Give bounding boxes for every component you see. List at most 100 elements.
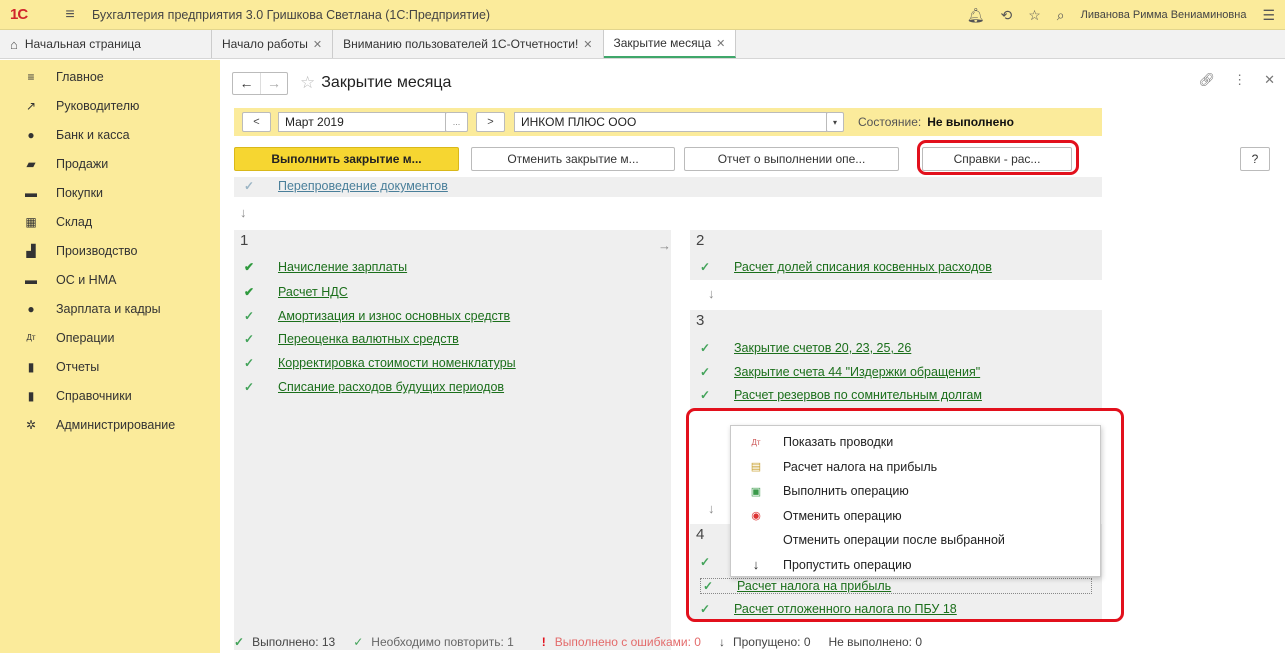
report-icon: ▤ (750, 461, 762, 474)
more-icon[interactable]: ⋮ (1233, 72, 1246, 88)
op-link[interactable]: Перепроведение документов (278, 179, 448, 193)
op-link[interactable]: Переоценка валютных средств (278, 332, 459, 346)
op-link[interactable]: Расчет долей списания косвенных расходов (734, 260, 992, 274)
sidebar-item-label: Продажи (56, 156, 109, 171)
op-link[interactable]: Расчет резервов по сомнительным долгам (734, 388, 982, 402)
favorites-star-icon[interactable]: ☆ (1028, 7, 1041, 24)
cancel-closing-button[interactable]: Отменить закрытие м... (471, 147, 675, 171)
sidebar-item-label: Справочники (56, 388, 132, 403)
run-closing-button[interactable]: Выполнить закрытие м... (234, 147, 459, 171)
sidebar-item-production[interactable]: ▟ Производство (0, 236, 220, 265)
check-icon: ✓ (353, 635, 364, 649)
close-icon[interactable]: ✕ (313, 38, 322, 51)
sidebar-item-admin[interactable]: ✲ Администрирование (0, 410, 220, 439)
help-button[interactable]: ? (1240, 147, 1270, 171)
close-icon[interactable]: ✕ (716, 37, 725, 50)
op-link[interactable]: Списание расходов будущих периодов (278, 380, 504, 394)
favorite-star-icon[interactable]: ☆ (300, 73, 315, 93)
status-skipped: ↓ Пропущено: 0 (719, 635, 811, 649)
tab-attention[interactable]: Вниманию пользователей 1С-Отчетности! ✕ (333, 30, 604, 58)
link-icon[interactable]: 🔗︎ (1199, 72, 1216, 88)
block-number: 3 (696, 311, 705, 329)
menu-item-tax-calc[interactable]: ▤ Расчет налога на прибыль (731, 455, 1100, 480)
next-period-button[interactable]: > (476, 112, 505, 132)
form-header: ← → ☆ Закрытие месяца (232, 70, 451, 96)
user-name[interactable]: Ливанова Римма Вениаминовна (1081, 9, 1247, 21)
truck-icon: ▬ (25, 272, 37, 287)
status-done: ✓ Выполнено: 13 (234, 635, 335, 649)
op-link[interactable]: Амортизация и износ основных средств (278, 309, 510, 323)
period-field[interactable]: Март 2019 (278, 112, 446, 132)
sidebar-item-bank[interactable]: ● Банк и касса (0, 120, 220, 149)
tab-month-closing[interactable]: Закрытие месяца ✕ (603, 30, 737, 58)
menu-item-label: Отменить операцию (783, 508, 902, 523)
sidebar-item-purchases[interactable]: ▬ Покупки (0, 178, 220, 207)
status-repeat-label: Необходимо повторить: 1 (371, 635, 514, 649)
tab-start[interactable]: Начало работы ✕ (212, 30, 334, 58)
settings-menu-icon[interactable]: ☰ (1262, 7, 1275, 24)
sidebar-item-manager[interactable]: ↗ Руководителю (0, 91, 220, 120)
op-item: ✓ Расчет долей списания косвенных расходо… (700, 260, 992, 274)
sidebar-item-label: Операции (56, 330, 115, 345)
menu-item-label: Расчет налога на прибыль (783, 459, 938, 474)
check-icon: ✓ (234, 635, 245, 649)
block-number: 2 (696, 231, 705, 249)
status-repeat: ✓ Необходимо повторить: 1 (353, 635, 514, 649)
sidebar-item-operations[interactable]: Дт Операции (0, 323, 220, 352)
menu-item-run-operation[interactable]: ▣ Выполнить операцию (731, 479, 1100, 504)
dt-kt-icon: Дт (26, 333, 36, 342)
right-arrow-icon: → (658, 238, 671, 253)
menu-item-cancel-operation[interactable]: ◉ Отменить операцию (731, 504, 1100, 529)
organization-dropdown-icon[interactable]: ▾ (826, 112, 844, 132)
op-link[interactable]: Расчет налога на прибыль (737, 579, 891, 593)
filter-bar: < Март 2019 ... > ИНКОМ ПЛЮС ООО ▾ Состо… (234, 108, 1102, 136)
block-number: 1 (240, 231, 249, 249)
gear-icon: ✲ (25, 417, 37, 432)
organization-field[interactable]: ИНКОМ ПЛЮС ООО (514, 112, 827, 132)
check-icon: ✓ (700, 602, 711, 616)
op-item: ✔ Начисление зарплаты (244, 260, 407, 274)
history-icon[interactable]: ⟲ (1001, 7, 1013, 24)
status-not-done-label: Не выполнено: 0 (828, 635, 923, 649)
bar-chart-icon: ▮ (27, 359, 35, 374)
op-item-selected: ✓ Расчет налога на прибыль (700, 578, 1092, 594)
search-icon[interactable]: ⌕ (1057, 7, 1065, 24)
app-logo: 1С (10, 6, 28, 23)
cart-icon: ▬ (25, 185, 37, 200)
tab-home[interactable]: ⌂ Начальная страница (0, 30, 212, 58)
menu-item-show-entries[interactable]: Дт Показать проводки (731, 430, 1100, 455)
references-button[interactable]: Справки - рас... (922, 147, 1072, 171)
menu-item-cancel-after[interactable]: Отменить операции после выбранной (731, 528, 1100, 553)
period-select-button[interactable]: ... (445, 112, 468, 132)
back-arrow-icon[interactable]: ← (233, 73, 260, 94)
bell-icon[interactable]: 🔔︎ (967, 7, 985, 24)
op-link[interactable]: Расчет отложенного налога по ПБУ 18 (734, 602, 957, 616)
op-link[interactable]: Расчет НДС (278, 285, 348, 299)
forward-arrow-icon[interactable]: → (260, 72, 287, 94)
sidebar-item-label: Покупки (56, 185, 104, 200)
sidebar-item-label: Банк и касса (56, 127, 130, 142)
close-form-icon[interactable]: ✕ (1264, 72, 1275, 88)
op-link[interactable]: Закрытие счетов 20, 23, 25, 26 (734, 341, 911, 355)
close-icon[interactable]: ✕ (583, 38, 592, 51)
op-link[interactable]: Закрытие счета 44 "Издержки обращения" (734, 365, 980, 379)
op-link[interactable]: Начисление зарплаты (278, 260, 407, 274)
factory-icon: ▟ (26, 243, 36, 258)
sidebar-item-main[interactable]: ≡ Главное (0, 62, 220, 91)
sidebar-item-assets[interactable]: ▬ ОС и НМА (0, 265, 220, 294)
main-menu-icon[interactable]: ≡ (58, 6, 82, 24)
report-button[interactable]: Отчет о выполнении опе... (684, 147, 899, 171)
prev-period-button[interactable]: < (242, 112, 271, 132)
sidebar-item-sales[interactable]: ▰ Продажи (0, 149, 220, 178)
sidebar-item-salary[interactable]: ● Зарплата и кадры (0, 294, 220, 323)
dt-kt-icon: Дт (751, 437, 761, 447)
coin-icon: ● (27, 127, 35, 142)
sidebar-item-catalogs[interactable]: ▮ Справочники (0, 381, 220, 410)
sidebar-item-warehouse[interactable]: ▦ Склад (0, 207, 220, 236)
check-icon: ✓ (700, 555, 711, 569)
down-arrow-icon: ↓ (708, 286, 715, 301)
op-link[interactable]: Корректировка стоимости номенклатуры (278, 356, 516, 370)
sidebar-item-reports[interactable]: ▮ Отчеты (0, 352, 220, 381)
menu-item-skip-operation[interactable]: ↓ Пропустить операцию (731, 553, 1100, 578)
book-icon: ▮ (27, 388, 35, 403)
